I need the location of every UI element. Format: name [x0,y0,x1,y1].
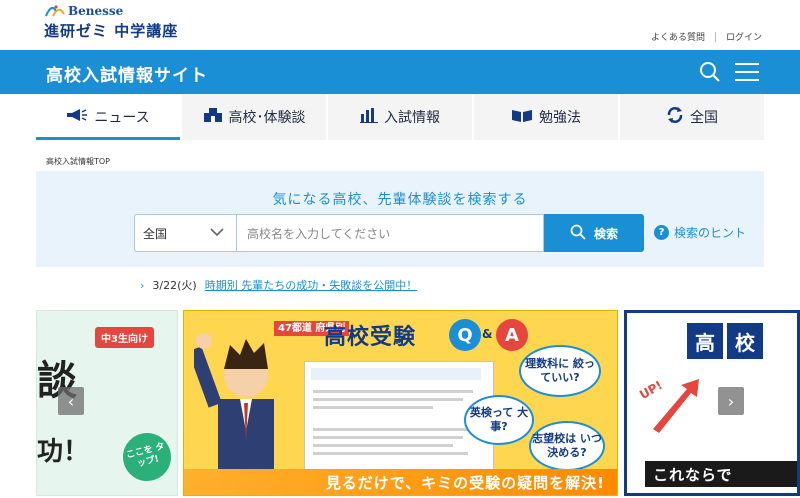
search-hint-label: 検索のヒント [674,226,747,240]
a-badge: A [496,319,528,351]
tab-study-label: 勉強法 [539,110,581,126]
megaphone-icon [66,108,88,126]
tab-exam-info[interactable]: 入試情報 [328,94,474,140]
doc-question-line [311,368,481,380]
doc-line [313,398,463,401]
main-slide-banner: 見るだけで、キミの受験の疑問を解決! [184,469,617,495]
search-hint-link[interactable]: ? 検索のヒント [654,224,746,241]
site-title-band: 高校入試情報サイト [0,50,800,94]
carousel-next-button[interactable]: › [718,387,744,415]
brand-name: Benesse [68,4,124,18]
main-nav: ニュース 高校･体験談 入試情報 勉強法 全国 [36,94,764,140]
question-bubble: 英検って 大事? [464,395,534,445]
doc-line [313,390,473,393]
doc-line [313,428,473,431]
search-icon[interactable] [698,60,722,88]
region-select-value: 全国 [143,226,168,241]
tab-school[interactable]: 高校･体験談 [182,94,328,140]
question-bubble: 志望校は いつ決める? [529,421,605,471]
carousel-slide-main[interactable]: 47都道 府県別 高校受験 Q & A 理数科に 絞っていい? 英検って 大事?… [183,310,618,496]
menu-icon[interactable] [734,61,760,87]
tab-news-label: ニュース [94,110,150,126]
search-icon [570,224,586,243]
search-panel: 気になる高校、先輩体験談を検索する 全国 高校名を入力してください 検索 ? 検… [36,171,764,267]
refresh-icon [666,106,684,128]
school-icon [203,107,223,127]
news-ticker: › 3/22(火) 時期別 先輩たちの成功・失敗談を公開中！ [140,277,417,293]
title-char: 校 [727,323,763,359]
chevron-down-icon [210,226,224,240]
site-header: Benesse 進研ゼミ 中学講座 よくある質問 ログイン [0,0,800,50]
doc-line [313,436,463,439]
tab-region[interactable]: 全国 [620,94,764,140]
search-form: 全国 高校名を入力してください 検索 [134,214,644,252]
banner-carousel: 中3生向け 談 功！ ここを タップ! 47都道 府県別 高校受験 Q & A [36,310,800,496]
slide-bottom-text: 功！ [37,437,90,467]
tab-study[interactable]: 勉強法 [474,94,620,140]
login-link[interactable]: ログイン [726,30,762,43]
question-icon: ? [654,225,669,240]
q-badge: Q [449,319,481,351]
logo[interactable]: Benesse 進研ゼミ 中学講座 [44,4,178,41]
ampersand: & [482,327,493,341]
grade-badge: 中3生向け [95,327,154,348]
question-bubble: 理数科に 絞っていい? [519,345,601,397]
doc-line [313,406,433,409]
chevron-right-icon: › [140,278,145,292]
search-heading: 気になる高校、先輩体験談を検索する [272,192,528,208]
tab-news[interactable]: ニュース [36,94,182,140]
bar-chart-icon [360,107,378,127]
school-search-input[interactable]: 高校名を入力してください [236,214,544,252]
tab-exam-info-label: 入試情報 [384,110,440,126]
title-char: 高 [687,323,723,359]
news-link[interactable]: 時期別 先輩たちの成功・失敗談を公開中！ [205,277,418,293]
main-slide-title: 高校受験 [324,325,417,350]
doc-line [313,452,468,455]
faq-link[interactable]: よくある質問 [651,30,705,43]
news-date: 3/22(火) [152,279,197,292]
search-button-label: 検索 [593,226,618,241]
benesse-mark-icon [44,4,66,18]
tap-badge: ここを タップ! [117,427,177,487]
benesse-logo[interactable]: Benesse [44,4,178,18]
course-title: 進研ゼミ 中学講座 [44,22,179,40]
top-links: よくある質問 ログイン [651,30,762,43]
right-slide-caption: これならで [645,461,797,487]
tab-region-label: 全国 [690,110,718,126]
carousel-slide-right[interactable]: 高 校 UP! これならで [624,310,800,496]
divider [714,31,716,42]
carousel-prev-button[interactable]: ‹ [58,387,84,415]
doc-line [313,444,453,447]
right-slide-title: 高 校 [687,323,763,359]
book-icon [511,107,533,127]
site-title[interactable]: 高校入試情報サイト [46,61,208,86]
search-button[interactable]: 検索 [544,214,644,252]
breadcrumb[interactable]: 高校入試情報TOP [46,156,110,167]
band-icons [698,60,760,88]
region-select[interactable]: 全国 [134,214,236,252]
tab-school-label: 高校･体験談 [228,110,306,126]
